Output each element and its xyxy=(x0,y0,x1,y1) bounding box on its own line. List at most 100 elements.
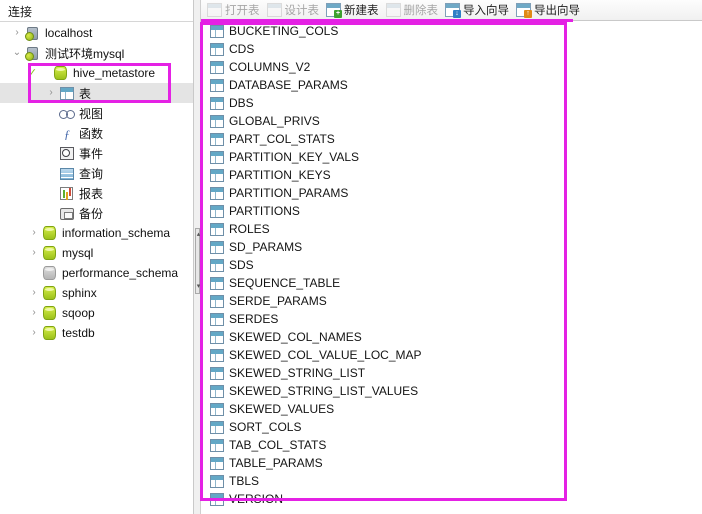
chevron-right-icon[interactable]: › xyxy=(27,323,41,343)
table-list-item[interactable]: VERSION xyxy=(201,490,419,508)
table-list-item[interactable]: PARTITIONS xyxy=(201,202,419,220)
table-icon xyxy=(208,77,225,93)
chevron-right-icon[interactable]: › xyxy=(10,23,24,43)
table-list-item[interactable]: GLOBAL_PRIVS xyxy=(201,112,419,130)
tree-item-备份[interactable]: 备份 xyxy=(0,203,193,223)
table-list-item[interactable]: SERDES xyxy=(201,310,419,328)
table-name-label: PARTITION_KEYS xyxy=(229,168,331,182)
table-list-item[interactable]: TABLE_PARAMS xyxy=(201,454,419,472)
table-list-item[interactable]: ROLES xyxy=(201,220,419,238)
design-table-button: 设计表 xyxy=(265,1,325,20)
tree-item-查询[interactable]: 查询 xyxy=(0,163,193,183)
chevron-down-icon[interactable]: ⌄ xyxy=(10,43,24,63)
chevron-right-icon[interactable]: › xyxy=(44,83,58,103)
toolbar-button-label: 导入向导 xyxy=(463,5,509,17)
toolbar-button-label: 删除表 xyxy=(403,5,439,17)
tree-item-label: 报表 xyxy=(79,186,104,201)
table-list-item[interactable]: SKEWED_VALUES xyxy=(201,400,419,418)
panel-splitter[interactable]: ▴ ▾ xyxy=(194,0,201,514)
table-name-label: DATABASE_PARAMS xyxy=(229,78,348,92)
table-name-label: SEQUENCE_TABLE xyxy=(229,276,341,290)
splitter-grip[interactable]: ▴ ▾ xyxy=(195,228,200,294)
table-name-label: SD_PARAMS xyxy=(229,240,303,254)
table-icon xyxy=(208,149,225,165)
tree-item-sphinx[interactable]: › sphinx xyxy=(0,283,193,303)
table-list-item[interactable]: BUCKETING_COLS xyxy=(201,22,419,40)
table-list-item[interactable]: SKEWED_STRING_LIST_VALUES xyxy=(201,382,419,400)
table-name-label: GLOBAL_PRIVS xyxy=(229,114,320,128)
tree-item-label: sphinx xyxy=(62,286,97,300)
table-list-item[interactable]: DBS xyxy=(201,94,419,112)
table-name-label: BUCKETING_COLS xyxy=(229,24,339,38)
export-wizard-button[interactable]: ↑ 导出向导 xyxy=(514,1,585,20)
tree-item-testdb[interactable]: › testdb xyxy=(0,323,193,343)
table-name-label: CDS xyxy=(229,42,255,56)
table-icon xyxy=(208,329,225,345)
tree-item-函数[interactable]: ƒ 函数 xyxy=(0,123,193,143)
table-list-item[interactable]: SERDE_PARAMS xyxy=(201,292,419,310)
tree-item-label: 测试环境mysql xyxy=(45,46,125,61)
backup-icon xyxy=(58,205,75,221)
table-name-label: TAB_COL_STATS xyxy=(229,438,327,452)
table-list-item[interactable]: PARTITION_KEYS xyxy=(201,166,419,184)
chevron-right-icon[interactable]: › xyxy=(27,243,41,263)
tree-item-测试环境mysql[interactable]: ⌄ 测试环境mysql xyxy=(0,43,193,63)
new-table-icon: + xyxy=(326,3,342,18)
table-list-item[interactable]: SEQUENCE_TABLE xyxy=(201,274,419,292)
table-list-item[interactable]: SKEWED_STRING_LIST xyxy=(201,364,419,382)
table-list-item[interactable]: SORT_COLS xyxy=(201,418,419,436)
tree-item-表[interactable]: › 表 xyxy=(0,83,193,103)
table-list-item[interactable]: PART_COL_STATS xyxy=(201,130,419,148)
table-name-label: SKEWED_VALUES xyxy=(229,402,335,416)
table-icon xyxy=(208,491,225,507)
toolbar-button-label: 新建表 xyxy=(344,5,379,17)
table-name-label: DBS xyxy=(229,96,254,110)
table-list-area[interactable]: BUCKETING_COLS CDS COLUMNS_V2 DATABASE_PARA… xyxy=(201,22,702,514)
table-list-item[interactable]: SDS xyxy=(201,256,419,274)
tree-item-label: 事件 xyxy=(79,146,104,161)
table-list-item[interactable]: SKEWED_COL_NAMES xyxy=(201,328,419,346)
table-name-label: PARTITION_KEY_VALS xyxy=(229,150,360,164)
toolbar-button-label: 打开表 xyxy=(225,5,260,17)
table-list-item[interactable]: SKEWED_COL_VALUE_LOC_MAP xyxy=(201,346,422,364)
database-icon xyxy=(41,225,58,241)
table-list-item[interactable]: TAB_COL_STATS xyxy=(201,436,419,454)
table-list-item[interactable]: CDS xyxy=(201,40,419,58)
import-wizard-button[interactable]: ↓ 导入向导 xyxy=(443,1,514,20)
table-name-label: SKEWED_COL_NAMES xyxy=(229,330,362,344)
delete-table-button: 删除表 xyxy=(384,1,444,20)
connection-tree[interactable]: › localhost ⌄ 测试环境mysql ✓ hive_metastore › 表视图 ƒ… xyxy=(0,23,193,514)
table-name-label: PART_COL_STATS xyxy=(229,132,335,146)
chevron-right-icon[interactable]: › xyxy=(27,223,41,243)
table-name-label: PARTITIONS xyxy=(229,204,300,218)
table-list-item[interactable]: TBLS xyxy=(201,472,419,490)
event-icon xyxy=(58,145,75,161)
table-list-item[interactable]: SD_PARAMS xyxy=(201,238,419,256)
tree-item-label: 视图 xyxy=(79,106,104,121)
tree-item-information_schema[interactable]: › information_schema xyxy=(0,223,193,243)
table-list-item[interactable]: PARTITION_KEY_VALS xyxy=(201,148,419,166)
table-list-item[interactable]: COLUMNS_V2 xyxy=(201,58,419,76)
database-icon xyxy=(52,65,69,81)
tree-item-mysql[interactable]: › mysql xyxy=(0,243,193,263)
badge-overlay: ↑ xyxy=(524,10,532,18)
chevron-right-icon[interactable]: › xyxy=(27,283,41,303)
table-list-item[interactable]: PARTITION_PARAMS xyxy=(201,184,419,202)
tree-item-hive_metastore[interactable]: ✓ hive_metastore xyxy=(0,63,193,83)
tree-item-localhost[interactable]: › localhost xyxy=(0,23,193,43)
table-list-item[interactable]: DATABASE_PARAMS xyxy=(201,76,419,94)
chevron-right-icon[interactable]: › xyxy=(27,303,41,323)
database-icon xyxy=(41,285,58,301)
server-icon xyxy=(24,25,41,41)
tree-item-sqoop[interactable]: › sqoop xyxy=(0,303,193,323)
table-name-label: SERDES xyxy=(229,312,279,326)
toolbar-button-label: 导出向导 xyxy=(534,5,580,17)
tree-item-事件[interactable]: 事件 xyxy=(0,143,193,163)
tree-item-performance_schema[interactable]: performance_schema xyxy=(0,263,193,283)
new-table-button[interactable]: + 新建表 xyxy=(324,1,384,20)
tree-item-视图[interactable]: 视图 xyxy=(0,103,193,123)
open-table-button: 打开表 xyxy=(205,1,265,20)
table-icon xyxy=(208,293,225,309)
table-icon xyxy=(208,203,225,219)
tree-item-报表[interactable]: 报表 xyxy=(0,183,193,203)
